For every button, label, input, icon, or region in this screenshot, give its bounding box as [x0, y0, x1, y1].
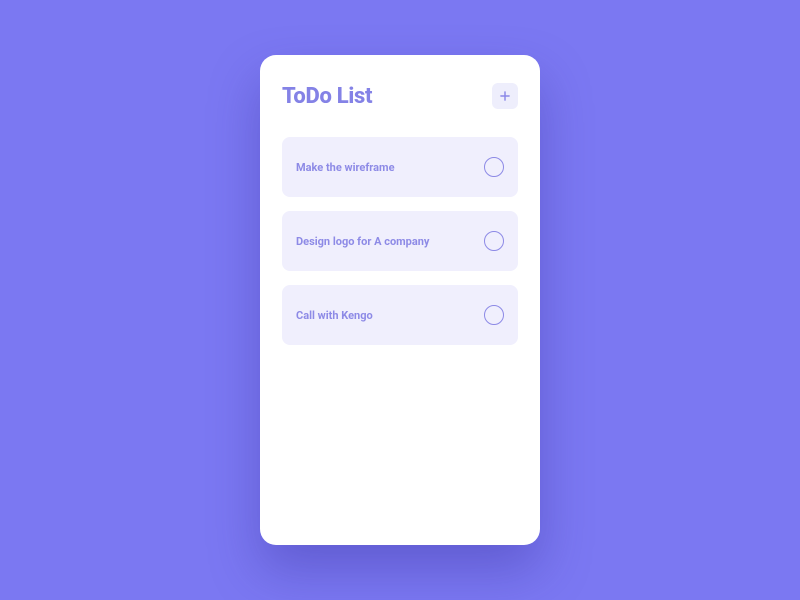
todo-item[interactable]: Make the wireframe [282, 137, 518, 197]
circle-icon[interactable] [484, 157, 504, 177]
circle-icon[interactable] [484, 231, 504, 251]
card-header: ToDo List [282, 83, 518, 109]
todo-item[interactable]: Design logo for A company [282, 211, 518, 271]
plus-icon [498, 89, 512, 103]
todo-list: Make the wireframe Design logo for A com… [282, 137, 518, 345]
add-button[interactable] [492, 83, 518, 109]
todo-label: Design logo for A company [296, 235, 429, 248]
todo-item[interactable]: Call with Kengo [282, 285, 518, 345]
circle-icon[interactable] [484, 305, 504, 325]
page-title: ToDo List [282, 84, 372, 109]
todo-label: Make the wireframe [296, 161, 395, 174]
todo-card: ToDo List Make the wireframe Design logo… [260, 55, 540, 545]
todo-label: Call with Kengo [296, 309, 373, 322]
